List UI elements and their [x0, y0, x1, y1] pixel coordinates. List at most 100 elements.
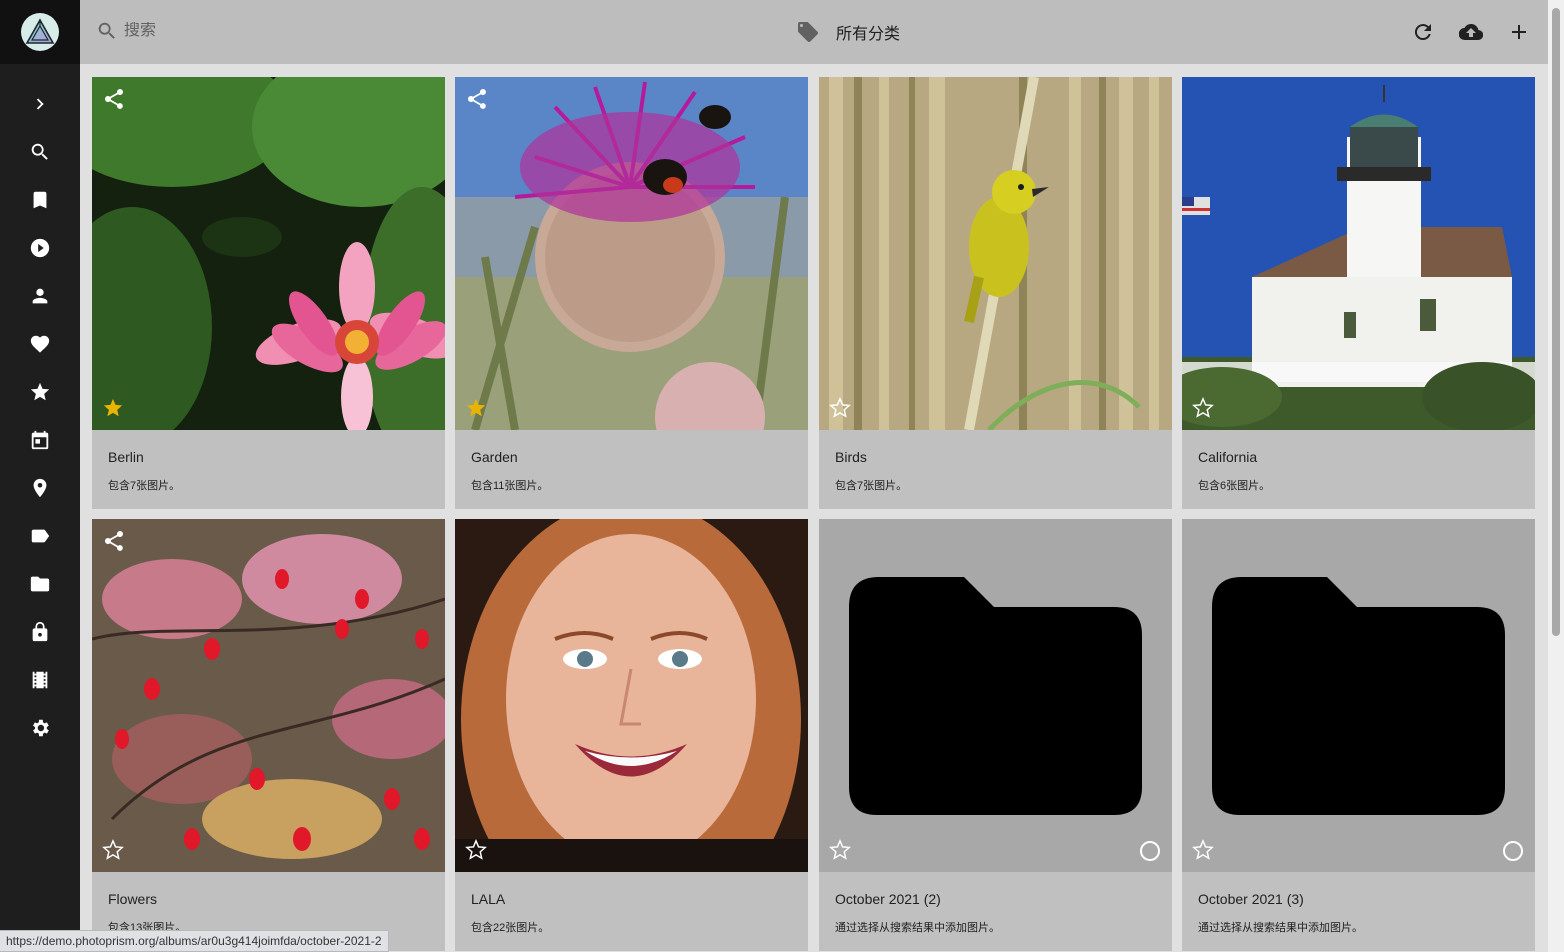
star-icon [30, 382, 50, 401]
sidebar-item-library[interactable] [0, 656, 80, 704]
album-thumbnail [819, 519, 1172, 872]
sidebar-expand-button[interactable] [0, 80, 80, 128]
album-title: Flowers [108, 891, 158, 907]
search-icon [31, 143, 48, 160]
refresh-icon [1414, 24, 1431, 41]
share-icon[interactable] [102, 87, 126, 111]
sidebar [0, 0, 80, 952]
label-icon [31, 529, 50, 543]
sidebar-item-albums[interactable] [0, 176, 80, 224]
album-card[interactable]: Birds 包含7张图片。 [819, 77, 1172, 509]
sidebar-item-search[interactable] [0, 128, 80, 176]
album-description: 通过选择从搜索结果中添加图片。 [835, 922, 1000, 934]
add-album-button[interactable] [1505, 18, 1533, 46]
album-card[interactable]: October 2021 (3) 通过选择从搜索结果中添加图片。 [1182, 519, 1535, 951]
favorite-star-icon[interactable] [102, 838, 124, 861]
sidebar-item-favorites[interactable] [0, 320, 80, 368]
album-count: 包含6张图片。 [1198, 480, 1271, 492]
album-card[interactable]: October 2021 (2) 通过选择从搜索结果中添加图片。 [819, 519, 1172, 951]
album-title: California [1198, 449, 1258, 465]
tag-icon [798, 22, 818, 42]
red-berries-photo [92, 519, 445, 872]
refresh-button[interactable] [1409, 18, 1437, 46]
favorite-star-icon[interactable] [1192, 396, 1214, 419]
favorite-star-icon[interactable] [465, 838, 487, 861]
play-circle-icon [30, 238, 50, 258]
album-card[interactable]: Flowers 包含13张图片。 [92, 519, 445, 951]
settings-icon [33, 719, 49, 737]
heart-icon [30, 335, 50, 353]
cloud-upload-icon [1459, 23, 1483, 41]
page-scrollbar[interactable] [1548, 0, 1564, 952]
lighthouse-photo [1182, 77, 1535, 430]
app-logo[interactable] [0, 0, 80, 64]
favorite-star-icon[interactable] [102, 397, 124, 419]
album-description: 通过选择从搜索结果中添加图片。 [1198, 922, 1363, 934]
sidebar-item-folders[interactable] [0, 560, 80, 608]
sidebar-item-private[interactable] [0, 608, 80, 656]
folder-placeholder-icon [849, 577, 1142, 815]
album-thumbnail [1182, 77, 1535, 430]
calendar-icon [31, 430, 49, 450]
lock-icon [32, 621, 48, 642]
thistle-photo [455, 77, 808, 430]
person-icon [32, 288, 48, 304]
search-box [96, 20, 424, 42]
favorite-star-icon[interactable] [829, 396, 851, 419]
album-card[interactable]: California 包含6张图片。 [1182, 77, 1535, 509]
link-status-bar: https://demo.photoprism.org/albums/ar0u3… [0, 930, 389, 952]
album-thumbnail [819, 77, 1172, 430]
album-thumbnail [1182, 519, 1535, 872]
place-icon [33, 478, 47, 498]
album-thumbnail [455, 519, 808, 872]
album-title: October 2021 (2) [835, 891, 941, 907]
sidebar-item-videos[interactable] [0, 224, 80, 272]
select-checkbox[interactable] [1140, 841, 1160, 861]
chevron-right-icon [36, 98, 44, 110]
upload-button[interactable] [1457, 18, 1485, 46]
scrollbar-thumb[interactable] [1552, 8, 1560, 636]
album-card[interactable]: Berlin 包含7张图片。 [92, 77, 445, 509]
select-checkbox[interactable] [1503, 841, 1523, 861]
sidebar-item-people[interactable] [0, 272, 80, 320]
share-icon[interactable] [102, 529, 126, 553]
plus-icon [1512, 25, 1526, 39]
share-icon[interactable] [465, 87, 489, 111]
sidebar-item-moments[interactable] [0, 368, 80, 416]
favorite-star-icon[interactable] [829, 838, 851, 861]
bookmark-icon [33, 191, 47, 209]
album-title: Garden [471, 449, 518, 465]
album-thumbnail [92, 77, 445, 430]
album-title: October 2021 (3) [1198, 891, 1304, 907]
water-lily-photo [92, 77, 445, 430]
album-count: 包含7张图片。 [835, 480, 908, 492]
album-title: LALA [471, 891, 506, 907]
favorite-star-icon[interactable] [465, 397, 487, 419]
folder-icon [30, 576, 50, 592]
logo-icon [21, 13, 59, 51]
favorite-star-icon[interactable] [1192, 838, 1214, 861]
album-title: Birds [835, 449, 867, 465]
album-card[interactable]: Garden 包含11张图片。 [455, 77, 808, 509]
album-grid: Berlin 包含7张图片。 Garden 包含11张图片。 Birds 包含7… [80, 64, 1548, 952]
album-count: 包含22张图片。 [471, 922, 550, 934]
folder-placeholder-icon [1212, 577, 1505, 815]
top-toolbar: 所有分类 [80, 0, 1548, 64]
sidebar-item-settings[interactable] [0, 704, 80, 752]
search-input[interactable] [124, 22, 424, 40]
album-thumbnail [455, 77, 808, 430]
album-card[interactable]: LALA 包含22张图片。 [455, 519, 808, 951]
portrait-photo [455, 519, 808, 872]
sidebar-item-labels[interactable] [0, 512, 80, 560]
album-title: Berlin [108, 449, 144, 465]
sidebar-item-places[interactable] [0, 464, 80, 512]
album-count: 包含11张图片。 [471, 480, 549, 492]
sidebar-item-calendar[interactable] [0, 416, 80, 464]
album-thumbnail [92, 519, 445, 872]
bird-photo [819, 77, 1172, 430]
search-icon [98, 22, 115, 39]
category-select[interactable]: 所有分类 [796, 20, 900, 44]
album-count: 包含7张图片。 [108, 480, 181, 492]
film-icon [32, 671, 48, 689]
category-select-label: 所有分类 [836, 26, 901, 43]
